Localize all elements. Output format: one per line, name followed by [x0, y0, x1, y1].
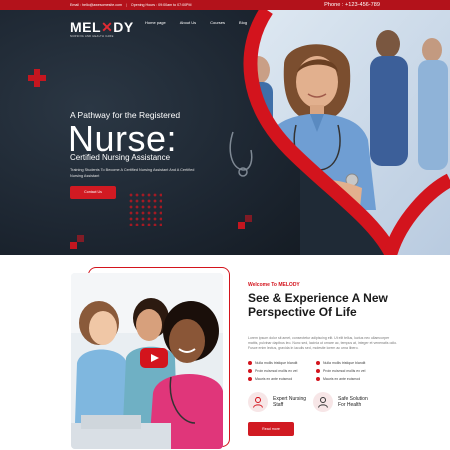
- brand-logo[interactable]: MEL✕DY: [70, 19, 134, 36]
- main-nav: Home page About Us Courses Blog: [145, 20, 247, 25]
- contact-info: Email : hello@awesomesite.com | Opening …: [70, 3, 191, 7]
- logo-text: DY: [113, 19, 134, 35]
- checklist-item: Mauris ex ante euismod: [316, 377, 398, 381]
- brand-tagline: NURSING AND HEALTH CARE: [70, 35, 114, 38]
- separator: |: [125, 3, 127, 7]
- feature-label: Expert Nursing Staff: [273, 396, 307, 408]
- play-video-button[interactable]: [140, 348, 168, 368]
- phone-text[interactable]: Phone : +123-456-789: [324, 2, 380, 8]
- email-text[interactable]: Email : hello@awesomesite.com: [70, 3, 122, 7]
- top-info-bar: Email : hello@awesomesite.com | Opening …: [0, 0, 450, 10]
- hero-description: Training Students To Become A Certified …: [70, 168, 195, 178]
- section-body: Lorem ipsum dolor sit amet, consectetur …: [248, 336, 398, 350]
- check-icon: [248, 369, 252, 373]
- section-title: See & Experience A New Perspective Of Li…: [248, 291, 388, 319]
- checklist-item: Nulla mollis tristique blandit: [316, 361, 398, 365]
- contact-us-button[interactable]: Contact Us: [70, 186, 116, 199]
- check-icon: [316, 361, 320, 365]
- check-icon: [248, 377, 252, 381]
- nav-item-home[interactable]: Home page: [145, 20, 166, 25]
- feature-safe-solution: Safe Solution For Health: [313, 392, 376, 412]
- checklist-item: Nulla mollis tristique blandit: [248, 361, 316, 365]
- check-icon: [248, 361, 252, 365]
- nurse-icon: [248, 392, 268, 412]
- checklist-item: Proin euismod mollis ex vel: [248, 369, 316, 373]
- nav-item-courses[interactable]: Courses: [210, 20, 225, 25]
- opening-hours-text: Opening Hours : 09:00am to 07:00PM: [130, 3, 192, 7]
- shield-heart-icon: [313, 392, 333, 412]
- check-icon: [316, 369, 320, 373]
- feature-expert-staff: Expert Nursing Staff: [248, 392, 311, 412]
- checklist-item: Proin euismod mollis ex vel: [316, 369, 398, 373]
- feature-checklist: Nulla mollis tristique blandit Nulla mol…: [248, 361, 398, 381]
- hero-section: MEL✕DY NURSING AND HEALTH CARE Home page…: [0, 10, 450, 255]
- logo-text: MEL: [70, 19, 102, 35]
- feature-label: Safe Solution For Health: [338, 396, 368, 408]
- logo-mark-icon: ✕: [101, 19, 114, 35]
- nav-item-about[interactable]: About Us: [180, 20, 196, 25]
- section-eyebrow: Welcome To MELODY: [248, 282, 300, 288]
- read-more-button[interactable]: Read more: [248, 422, 294, 436]
- checklist-item: Mauris ex ante euismod: [248, 377, 316, 381]
- check-icon: [316, 377, 320, 381]
- hero-certification: Certified Nursing Assistance: [70, 153, 171, 162]
- nav-item-blog[interactable]: Blog: [239, 20, 247, 25]
